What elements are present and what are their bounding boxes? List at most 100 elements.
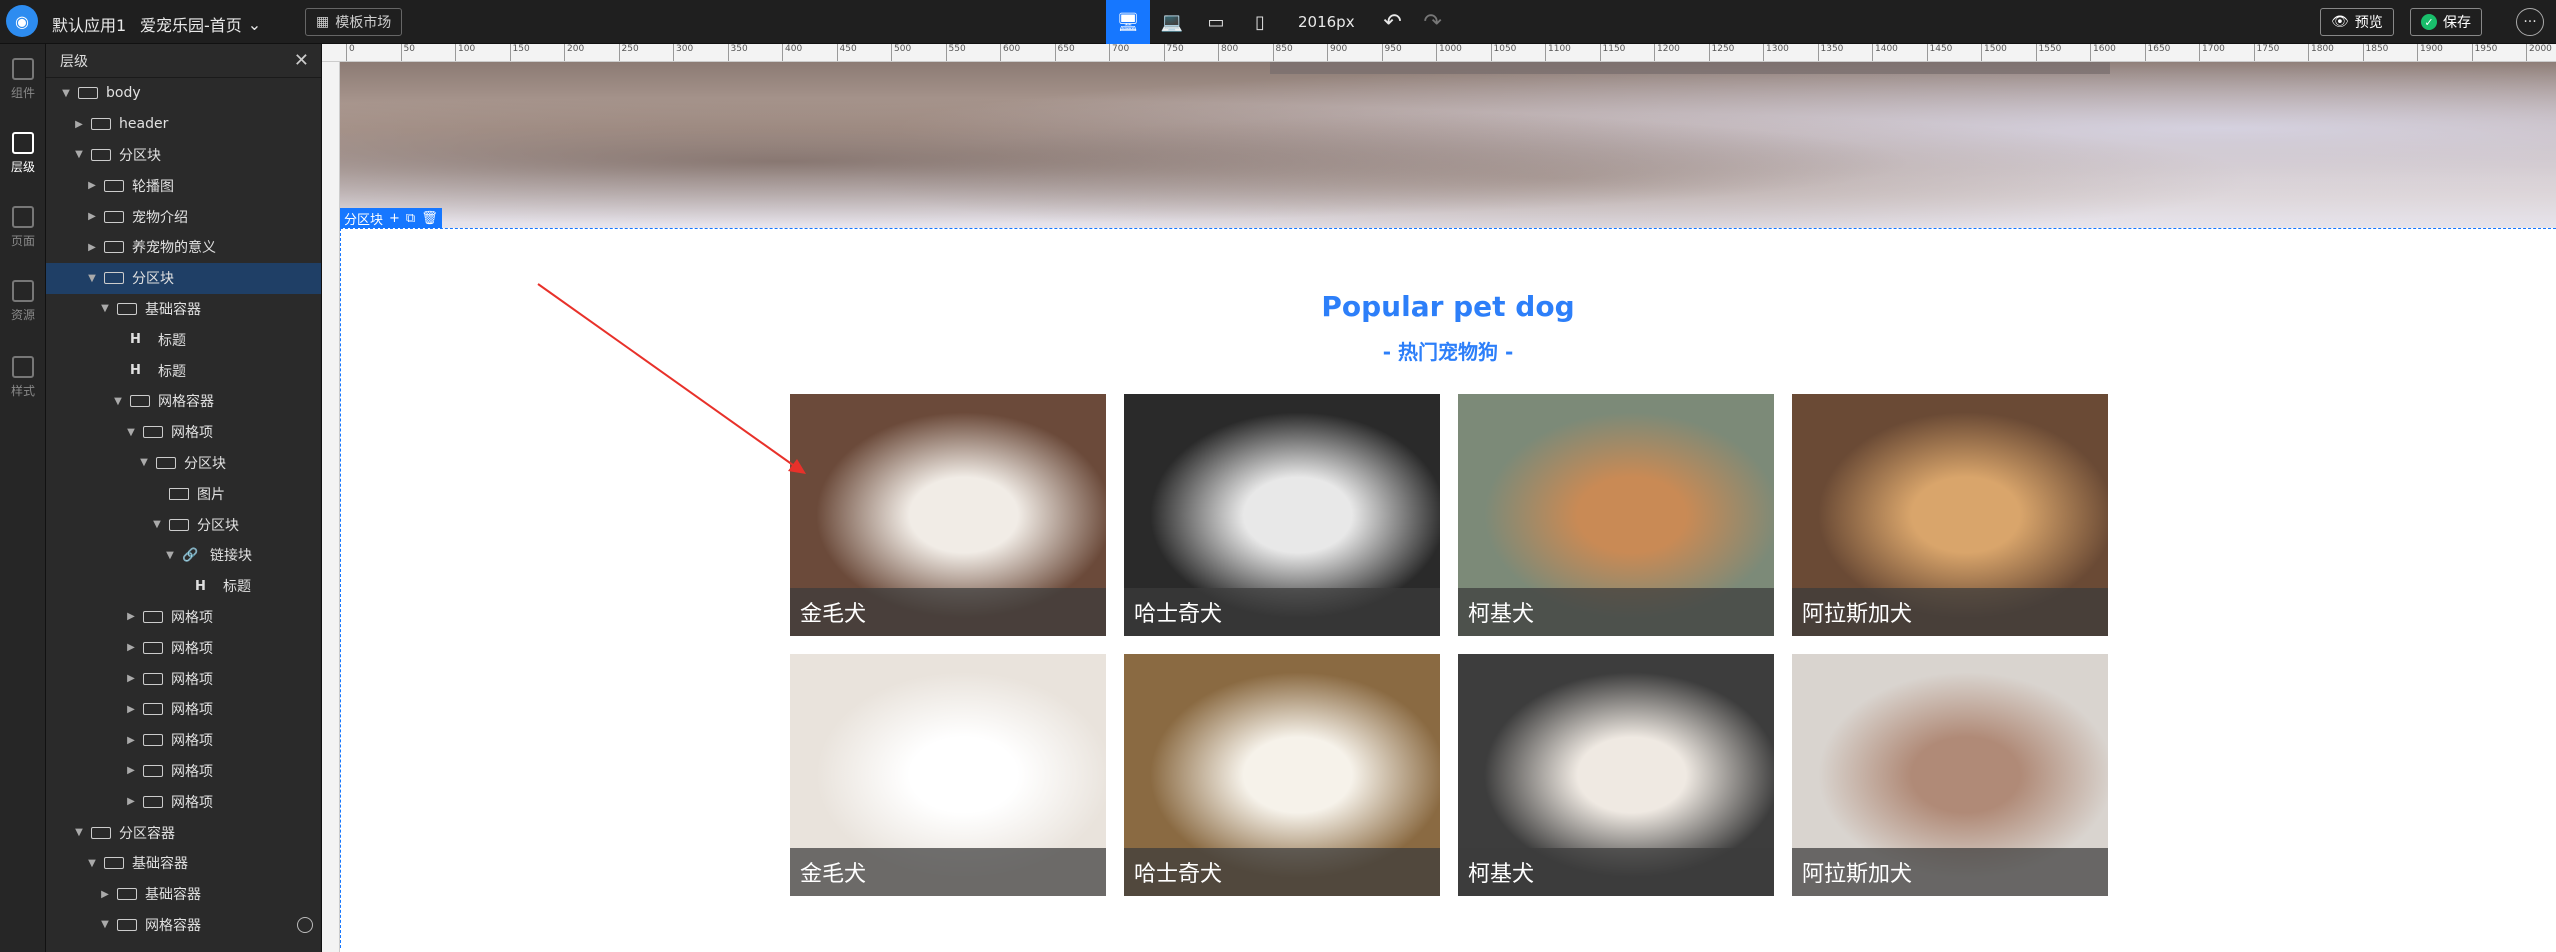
pet-caption[interactable]: 柯基犬 bbox=[1458, 848, 1774, 896]
layer-row[interactable]: ▼ 分区块 bbox=[46, 140, 321, 171]
layer-row[interactable]: ▶ 网格项 bbox=[46, 786, 321, 817]
save-button[interactable]: ✓ 保存 bbox=[2410, 8, 2482, 36]
delete-icon[interactable]: 🗑 bbox=[421, 211, 438, 226]
pet-card[interactable]: 金毛犬 bbox=[790, 654, 1106, 896]
caret-down-icon[interactable]: ▼ bbox=[73, 149, 85, 160]
layer-row[interactable]: ▶ 轮播图 bbox=[46, 170, 321, 201]
mobile-device-icon[interactable]: ▯ bbox=[1238, 0, 1282, 44]
pet-card[interactable]: 柯基犬 bbox=[1458, 394, 1774, 636]
rail-styles[interactable]: 样式 bbox=[0, 348, 46, 408]
pet-caption[interactable]: 柯基犬 bbox=[1458, 588, 1774, 636]
caret-right-icon[interactable]: ▶ bbox=[99, 889, 111, 900]
caret-down-icon[interactable]: ▼ bbox=[60, 88, 72, 99]
layer-row[interactable]: ▼ 分区块 bbox=[46, 509, 321, 540]
pet-card[interactable]: 哈士奇犬 bbox=[1124, 654, 1440, 896]
layer-row[interactable]: H 标题 bbox=[46, 355, 321, 386]
caret-right-icon[interactable]: ▶ bbox=[125, 673, 137, 684]
rail-components[interactable]: 组件 bbox=[0, 50, 46, 110]
caret-down-icon[interactable]: ▼ bbox=[86, 858, 98, 869]
layer-row[interactable]: ▼ 网格容器 bbox=[46, 386, 321, 417]
section-subtitle[interactable]: - 热门宠物狗 - bbox=[340, 336, 2556, 365]
rail-layers[interactable]: 层级 bbox=[0, 124, 46, 184]
layer-row[interactable]: ▼ 🔗 链接块 bbox=[46, 540, 321, 571]
add-icon[interactable]: + bbox=[389, 211, 400, 226]
loading-icon[interactable] bbox=[297, 916, 313, 933]
layer-row[interactable]: ▶ 基础容器 bbox=[46, 879, 321, 910]
caret-right-icon[interactable]: ▶ bbox=[125, 735, 137, 746]
layer-row[interactable]: ▶ 网格项 bbox=[46, 602, 321, 633]
layer-row[interactable]: ▶ header bbox=[46, 109, 321, 140]
layer-row[interactable]: ▼ 网格项 bbox=[46, 417, 321, 448]
layer-row[interactable]: ▼ body bbox=[46, 78, 321, 109]
layer-row[interactable]: ▶ 网格项 bbox=[46, 694, 321, 725]
caret-down-icon[interactable]: ▼ bbox=[151, 519, 163, 530]
layer-row[interactable]: ▶ 网格项 bbox=[46, 725, 321, 756]
pet-caption[interactable]: 哈士奇犬 bbox=[1124, 848, 1440, 896]
caret-right-icon[interactable]: ▶ bbox=[125, 704, 137, 715]
caret-down-icon[interactable]: ▼ bbox=[99, 303, 111, 314]
caret-right-icon[interactable]: ▶ bbox=[86, 180, 98, 191]
caret-right-icon[interactable]: ▶ bbox=[125, 765, 137, 776]
pet-caption[interactable]: 阿拉斯加犬 bbox=[1792, 588, 2108, 636]
pet-caption[interactable]: 阿拉斯加犬 bbox=[1792, 848, 2108, 896]
layer-row[interactable]: ▼ 分区块 bbox=[46, 262, 321, 294]
caret-down-icon[interactable]: ▼ bbox=[164, 550, 176, 561]
close-icon[interactable]: ✕ bbox=[294, 50, 309, 71]
page-selector[interactable]: 爱宠乐园-首页 ⌄ bbox=[140, 12, 261, 36]
caret-right-icon[interactable]: ▶ bbox=[125, 611, 137, 622]
layer-row[interactable]: ▼ 基础容器 bbox=[46, 848, 321, 879]
layer-row[interactable]: ▼ 分区容器 bbox=[46, 817, 321, 848]
layers-title: 层级 bbox=[60, 53, 88, 70]
pet-caption[interactable]: 金毛犬 bbox=[790, 848, 1106, 896]
layer-row[interactable]: H 标题 bbox=[46, 571, 321, 602]
pet-caption[interactable]: 金毛犬 bbox=[790, 588, 1106, 636]
laptop-device-icon[interactable]: 💻 bbox=[1150, 0, 1194, 44]
layer-row[interactable]: ▼ 基础容器 bbox=[46, 294, 321, 325]
caret-down-icon[interactable]: ▼ bbox=[112, 396, 124, 407]
caret-right-icon[interactable]: ▶ bbox=[125, 796, 137, 807]
layer-row[interactable]: ▶ 网格项 bbox=[46, 663, 321, 694]
pet-card[interactable]: 哈士奇犬 bbox=[1124, 394, 1440, 636]
caret-down-icon[interactable]: ▼ bbox=[86, 273, 98, 284]
app-logo-icon[interactable]: ◉ bbox=[6, 5, 38, 37]
selection-label[interactable]: 分区块 + ⧉ 🗑 bbox=[340, 208, 442, 228]
template-market-button[interactable]: ▦ 模板市场 bbox=[305, 8, 403, 36]
undo-icon[interactable]: ↶ bbox=[1373, 10, 1413, 35]
caret-right-icon[interactable]: ▶ bbox=[86, 211, 98, 222]
pet-card[interactable]: 柯基犬 bbox=[1458, 654, 1774, 896]
app-name[interactable]: 默认应用1 bbox=[52, 12, 126, 36]
section-title[interactable]: Popular pet dog bbox=[340, 290, 2556, 323]
layer-row[interactable]: ▼ 分区块 bbox=[46, 448, 321, 479]
caret-down-icon[interactable]: ▼ bbox=[73, 827, 85, 838]
design-canvas[interactable]: 分区块 + ⧉ 🗑 Popular pet dog - 热门宠物狗 - 金毛犬哈… bbox=[340, 62, 2556, 952]
ruler-tick: 1400 bbox=[1872, 44, 1898, 61]
caret-right-icon[interactable]: ▶ bbox=[73, 119, 85, 130]
preview-button[interactable]: 👁 预览 bbox=[2320, 8, 2394, 36]
pet-card[interactable]: 金毛犬 bbox=[790, 394, 1106, 636]
link-icon: 🔗 bbox=[182, 547, 199, 563]
caret-right-icon[interactable]: ▶ bbox=[86, 242, 98, 253]
caret-down-icon[interactable]: ▼ bbox=[99, 919, 111, 930]
layer-row[interactable]: ▶ 网格项 bbox=[46, 756, 321, 787]
caret-down-icon[interactable]: ▼ bbox=[125, 427, 137, 438]
rail-assets[interactable]: 资源 bbox=[0, 272, 46, 332]
layer-row[interactable]: ▼ 网格容器 bbox=[46, 910, 321, 941]
hero-banner-image[interactable] bbox=[340, 62, 2556, 228]
caret-right-icon[interactable]: ▶ bbox=[125, 642, 137, 653]
tablet-device-icon[interactable]: ▭ bbox=[1194, 0, 1238, 44]
layer-row[interactable]: ▶ 宠物介绍 bbox=[46, 201, 321, 232]
ruler-tick: 1700 bbox=[2199, 44, 2225, 61]
redo-icon[interactable]: ↷ bbox=[1413, 10, 1453, 35]
more-icon[interactable]: ··· bbox=[2516, 8, 2544, 36]
layer-row[interactable]: ▶ 养宠物的意义 bbox=[46, 232, 321, 263]
layer-row[interactable]: 图片 bbox=[46, 478, 321, 509]
pet-caption[interactable]: 哈士奇犬 bbox=[1124, 588, 1440, 636]
caret-down-icon[interactable]: ▼ bbox=[138, 457, 150, 468]
layer-row[interactable]: H 标题 bbox=[46, 324, 321, 355]
pet-card[interactable]: 阿拉斯加犬 bbox=[1792, 394, 2108, 636]
rail-pages[interactable]: 页面 bbox=[0, 198, 46, 258]
layer-row[interactable]: ▶ 网格项 bbox=[46, 632, 321, 663]
desktop-device-icon[interactable]: 🖥 bbox=[1106, 0, 1150, 44]
copy-icon[interactable]: ⧉ bbox=[406, 211, 415, 226]
pet-card[interactable]: 阿拉斯加犬 bbox=[1792, 654, 2108, 896]
